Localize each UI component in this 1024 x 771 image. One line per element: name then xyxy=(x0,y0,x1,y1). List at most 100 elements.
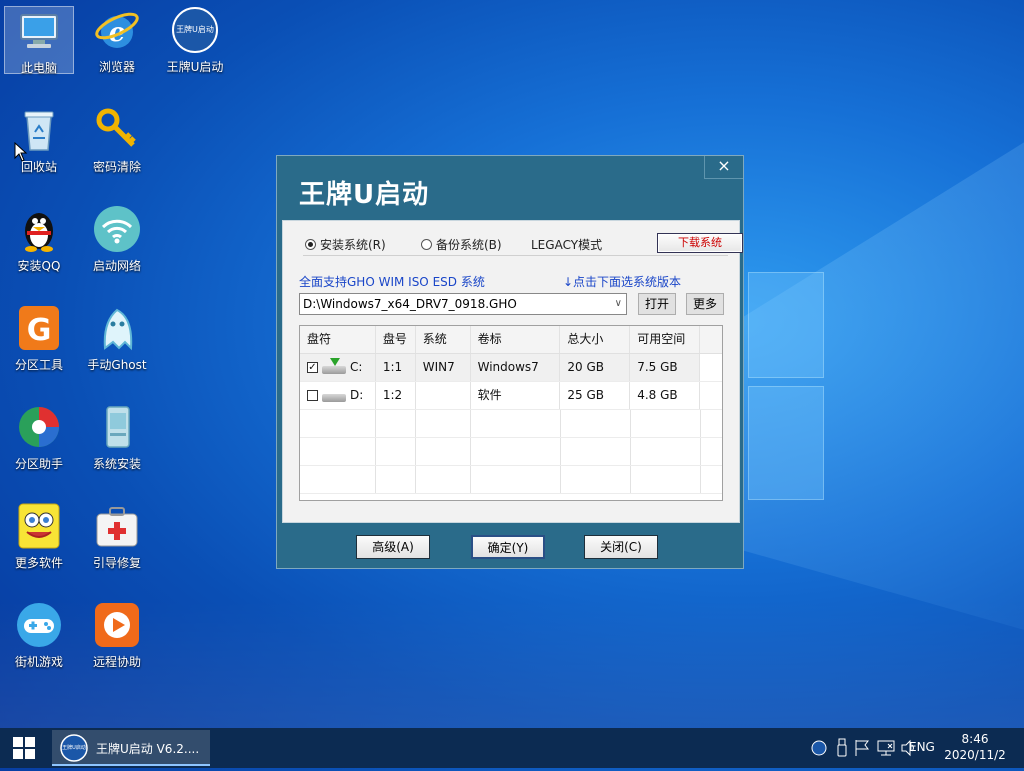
open-button[interactable]: 打开 xyxy=(638,293,676,315)
header-total: 总大小 xyxy=(560,326,631,353)
wangpai-tray-icon[interactable] xyxy=(810,740,828,756)
system-install-icon xyxy=(93,403,141,451)
usb-icon[interactable] xyxy=(836,738,848,758)
logo-text: 王牌U启动 xyxy=(176,25,214,34)
radio-backup-label: 备份系统(B) xyxy=(436,238,502,252)
header-spacer xyxy=(700,326,722,353)
icon-label: 分区助手 xyxy=(14,457,63,471)
start-button[interactable] xyxy=(0,728,48,768)
icon-label: 密码清除 xyxy=(92,160,141,174)
computer-icon xyxy=(15,7,63,55)
close-button[interactable]: 关闭(C) xyxy=(584,535,658,559)
os-cell xyxy=(416,382,471,409)
image-path-value: D:\Windows7_x64_DRV7_0918.GHO xyxy=(303,297,517,311)
ok-button[interactable]: 确定(Y) xyxy=(471,535,545,559)
gamepad-icon xyxy=(15,601,63,649)
desktop-icon-system-install[interactable]: 系统安装 xyxy=(82,403,152,472)
desktop-icon-remote-assist[interactable]: 远程协助 xyxy=(82,601,152,670)
icon-label: 浏览器 xyxy=(98,60,135,74)
row-checkbox-checked[interactable]: ✓ xyxy=(307,362,318,373)
table-row[interactable]: D: 1:2 软件 25 GB 4.8 GB xyxy=(300,382,722,410)
svg-text:G: G xyxy=(27,313,52,348)
desktop-icon-arcade-games[interactable]: 街机游戏 xyxy=(4,601,74,670)
desktop-icon-partition-tool[interactable]: G 分区工具 xyxy=(4,304,74,373)
desktop-icon-recycle-bin[interactable]: 回收站 xyxy=(4,106,74,175)
dialog-close-button[interactable]: × xyxy=(704,156,743,179)
legacy-mode-label: LEGACY模式 xyxy=(531,236,602,253)
install-dialog: × 王牌U启动 安装系统(R) 备份系统(B) LEGACY模式 下载系统 全面… xyxy=(276,155,744,569)
empty-row xyxy=(300,466,722,494)
taskbar-item-wangpai[interactable]: 王牌U启动 王牌U启动 V6.2.... xyxy=(52,730,210,766)
label-cell: 软件 xyxy=(471,382,561,409)
table-header: 盘符 盘号 系统 卷标 总大小 可用空间 xyxy=(300,326,722,354)
first-aid-kit-icon xyxy=(93,502,141,550)
desktop-icon-manual-ghost[interactable]: 手动Ghost xyxy=(82,304,152,373)
windows-logo-icon xyxy=(13,737,35,759)
desktop-icon-more-software[interactable]: 更多软件 xyxy=(4,502,74,571)
support-formats-text: 全面支持GHO WIM ISO ESD 系统 xyxy=(299,275,485,289)
icon-label: 安装QQ xyxy=(17,259,61,273)
radio-backup-system[interactable]: 备份系统(B) xyxy=(421,236,502,253)
row-spacer xyxy=(700,354,722,381)
drive-letter: D: xyxy=(350,388,364,402)
select-version-hint[interactable]: ↓点击下面选系统版本 xyxy=(563,273,681,290)
radio-install-label: 安装系统(R) xyxy=(320,238,386,252)
advanced-button[interactable]: 高级(A) xyxy=(356,535,430,559)
label-cell: Windows7 xyxy=(471,354,561,381)
drive-cell: D: xyxy=(300,382,376,409)
desktop-icon-password-clear[interactable]: 密码清除 xyxy=(82,106,152,175)
legacy-mode-text: LEGACY模式 xyxy=(531,238,603,252)
flag-icon[interactable] xyxy=(854,739,870,757)
chevron-down-icon[interactable]: ∨ xyxy=(615,294,622,314)
dialog-body: 安装系统(R) 备份系统(B) LEGACY模式 下载系统 全面支持GHO WI… xyxy=(282,220,743,523)
key-icon xyxy=(93,106,141,154)
icon-label: 更多软件 xyxy=(14,556,63,570)
desktop-icon-wangpai[interactable]: 王牌U启动 王牌U启动 xyxy=(160,6,230,75)
desktop-icon-this-pc[interactable]: 此电脑 xyxy=(4,6,74,75)
icon-label: 分区工具 xyxy=(14,358,63,372)
icon-label: 此电脑 xyxy=(20,61,57,75)
wangpai-logo-icon: 王牌U启动 xyxy=(171,6,219,54)
header-label: 卷标 xyxy=(471,326,561,353)
header-os: 系统 xyxy=(416,326,471,353)
download-system-button[interactable]: 下载系统 xyxy=(657,233,743,253)
header-index: 盘号 xyxy=(376,326,416,353)
os-cell: WIN7 xyxy=(416,354,471,381)
desktop-icon-start-network[interactable]: 启动网络 xyxy=(82,205,152,274)
clock[interactable]: 8:46 2020/11/2 xyxy=(940,731,1010,763)
drive-letter: C: xyxy=(350,360,363,374)
total-cell: 20 GB xyxy=(560,354,631,381)
more-button[interactable]: 更多 xyxy=(686,293,724,315)
spongebob-icon xyxy=(15,502,63,550)
taskbar: 王牌U启动 王牌U启动 V6.2.... ENG 8:46 2020/11/2 xyxy=(0,728,1024,768)
row-spacer xyxy=(700,382,722,409)
icon-label: 启动网络 xyxy=(92,259,141,273)
header-drive: 盘符 xyxy=(300,326,376,353)
network-disconnected-icon[interactable] xyxy=(876,739,896,757)
free-cell: 7.5 GB xyxy=(630,354,701,381)
desktop-icon-partition-assistant[interactable]: 分区助手 xyxy=(4,403,74,472)
desktop-icon-boot-repair[interactable]: 引导修复 xyxy=(82,502,152,571)
input-language[interactable]: ENG xyxy=(909,740,935,754)
partition-table: 盘符 盘号 系统 卷标 总大小 可用空间 ✓ C: 1:1 WIN7 Windo… xyxy=(299,325,723,501)
table-row[interactable]: ✓ C: 1:1 WIN7 Windows7 20 GB 7.5 GB xyxy=(300,354,722,382)
index-cell: 1:2 xyxy=(376,382,416,409)
mouse-cursor-icon xyxy=(14,142,28,162)
icon-label: 街机游戏 xyxy=(14,655,63,669)
radio-dot-selected xyxy=(305,239,316,250)
clock-date: 2020/11/2 xyxy=(944,748,1006,762)
desktop-icon-browser[interactable]: e 浏览器 xyxy=(82,6,152,75)
ghost-icon xyxy=(93,304,141,352)
row-checkbox[interactable] xyxy=(307,390,318,401)
image-path-combobox[interactable]: D:\Windows7_x64_DRV7_0918.GHO ∨ xyxy=(299,293,627,315)
free-cell: 4.8 GB xyxy=(630,382,701,409)
remote-assist-icon xyxy=(93,601,141,649)
icon-label: 引导修复 xyxy=(92,556,141,570)
empty-row xyxy=(300,410,722,438)
empty-row xyxy=(300,438,722,466)
desktop-icon-install-qq[interactable]: 安装QQ xyxy=(4,205,74,274)
icon-label: 手动Ghost xyxy=(87,358,147,372)
wifi-icon xyxy=(93,205,141,253)
ie-browser-icon: e xyxy=(93,6,141,54)
radio-install-system[interactable]: 安装系统(R) xyxy=(305,236,386,253)
